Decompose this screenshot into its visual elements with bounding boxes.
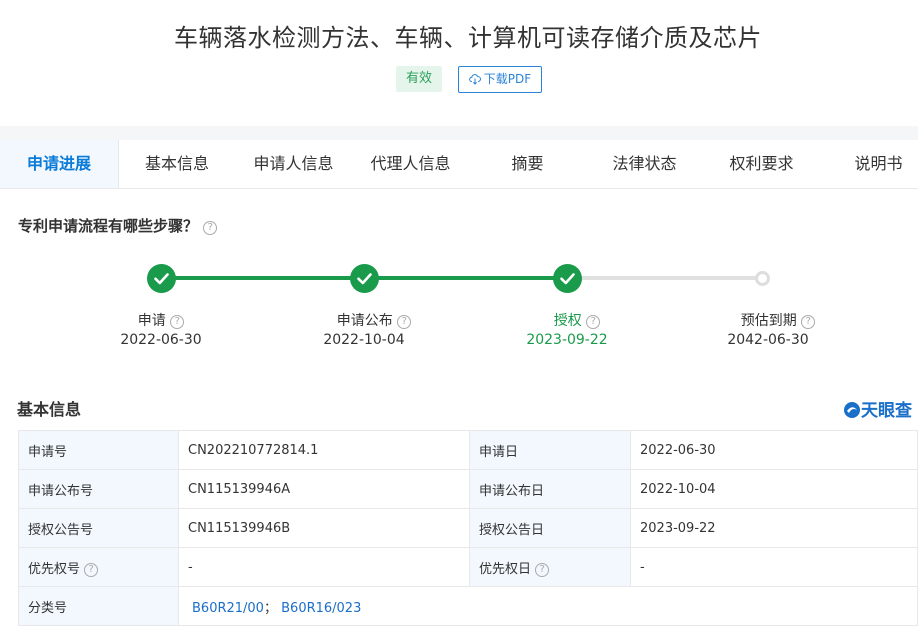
- tab-agent-info[interactable]: 代理人信息: [352, 140, 469, 188]
- step-date: 2022-06-30: [120, 332, 202, 348]
- table-row: 分类号 B60R21/00； B60R16/023: [18, 586, 918, 626]
- help-icon[interactable]: ?: [586, 315, 601, 329]
- classification-codes: B60R21/00； B60R16/023: [178, 586, 918, 626]
- field-value: 2022-10-04: [630, 469, 918, 509]
- field-label: 优先权号 ?: [18, 547, 179, 587]
- step-label: 申请公布: [336, 313, 393, 329]
- page-title: 车辆落水检测方法、车辆、计算机可读存储介质及芯片: [174, 24, 762, 52]
- download-pdf-label: 下载PDF: [483, 72, 532, 86]
- field-value: CN115139946B: [178, 508, 470, 548]
- help-icon[interactable]: ?: [203, 221, 218, 235]
- help-icon[interactable]: ?: [801, 315, 816, 329]
- help-icon[interactable]: ?: [397, 315, 412, 329]
- patent-header: 车辆落水检测方法、车辆、计算机可读存储介质及芯片 有效 下载PDF: [0, 0, 918, 126]
- step-label: 授权: [553, 313, 582, 329]
- tab-claims[interactable]: 权利要求: [703, 140, 820, 188]
- field-value: -: [630, 547, 918, 587]
- status-badge: 有效: [396, 66, 442, 92]
- help-icon[interactable]: ?: [535, 562, 550, 577]
- tianyancha-logo-icon: [844, 402, 860, 418]
- field-label: 申请公布日: [469, 469, 631, 509]
- class-code-separator: ；: [263, 600, 277, 616]
- table-row: 申请公布号 CN115139946A 申请公布日 2022-10-04: [18, 469, 918, 509]
- field-value: 2022-06-30: [630, 430, 918, 470]
- process-question: 专利申请流程有哪些步骤？ ?: [18, 215, 218, 236]
- table-row: 优先权号 ? - 优先权日 ? -: [18, 547, 918, 587]
- field-label: 申请公布号: [18, 469, 179, 509]
- step-grant: 授权 ?: [517, 310, 637, 330]
- table-row: 授权公告号 CN115139946B 授权公告日 2023-09-22: [18, 508, 918, 548]
- field-label: 优先权日 ?: [469, 547, 631, 587]
- step-publish: 申请公布 ?: [314, 310, 434, 330]
- basic-info-title: 基本信息: [17, 400, 82, 419]
- field-value: 2023-09-22: [630, 508, 918, 548]
- tab-progress[interactable]: 申请进展: [0, 140, 119, 188]
- step-expiry: 预估到期 ?: [718, 310, 838, 330]
- step-date: 2023-09-22: [526, 332, 608, 348]
- step-apply: 申请 ?: [101, 310, 221, 330]
- step-label: 预估到期: [740, 313, 797, 329]
- class-code-link[interactable]: B60R21/00: [192, 601, 264, 616]
- tab-legal-status[interactable]: 法律状态: [586, 140, 703, 188]
- pending-dot-icon: [755, 271, 770, 286]
- field-label-text: 优先权日: [479, 561, 532, 577]
- tab-description[interactable]: 说明书: [820, 140, 918, 188]
- field-value: CN115139946A: [178, 469, 470, 509]
- download-pdf-button[interactable]: 下载PDF: [458, 66, 542, 93]
- tab-applicant-info[interactable]: 申请人信息: [235, 140, 352, 188]
- field-label: 申请日: [469, 430, 631, 470]
- basic-info-table: 申请号 CN202210772814.1 申请日 2022-06-30 申请公布…: [18, 430, 918, 626]
- tab-abstract[interactable]: 摘要: [469, 140, 586, 188]
- field-label: 申请号: [18, 430, 179, 470]
- tab-bar: 申请进展 基本信息 申请人信息 代理人信息 摘要 法律状态 权利要求 说明书: [0, 140, 918, 189]
- check-icon: [147, 264, 176, 293]
- check-icon: [350, 264, 379, 293]
- field-label: 授权公告号: [18, 508, 179, 548]
- cloud-download-icon: [468, 74, 481, 85]
- step-label: 申请: [137, 313, 166, 329]
- field-label: 授权公告日: [469, 508, 631, 548]
- field-label-text: 优先权号: [28, 561, 81, 577]
- help-icon[interactable]: ?: [170, 315, 185, 329]
- brand-name: 天眼查: [861, 401, 912, 421]
- progress-track-pending: [567, 276, 763, 280]
- check-icon: [553, 264, 582, 293]
- table-row: 申请号 CN202210772814.1 申请日 2022-06-30: [18, 430, 918, 470]
- class-code-link[interactable]: B60R16/023: [281, 601, 361, 616]
- step-date: 2042-06-30: [727, 332, 809, 348]
- brand-logo: 天眼查: [843, 396, 912, 421]
- section-gap: [0, 126, 918, 140]
- tab-basic-info[interactable]: 基本信息: [119, 140, 235, 188]
- field-value: -: [178, 547, 470, 587]
- process-question-text: 专利申请流程有哪些步骤？: [18, 217, 199, 235]
- step-date: 2022-10-04: [323, 332, 405, 348]
- field-label: 分类号: [18, 586, 179, 626]
- help-icon[interactable]: ?: [84, 562, 99, 577]
- field-value: CN202210772814.1: [178, 430, 470, 470]
